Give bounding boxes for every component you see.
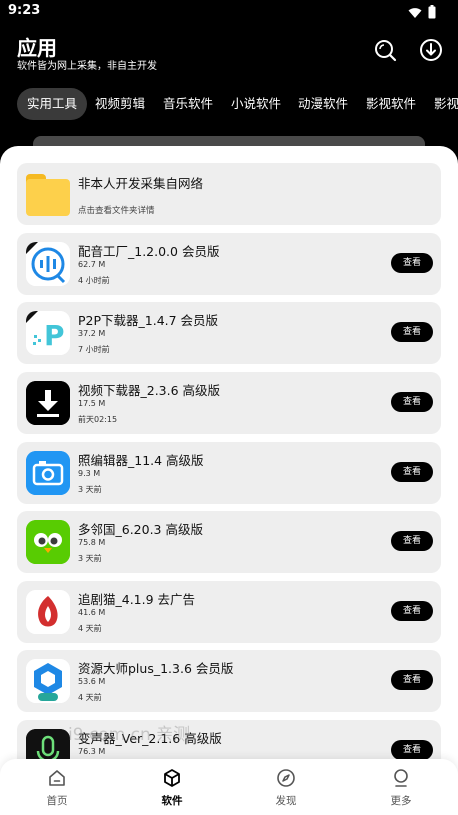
nav-label: 软件	[161, 795, 183, 807]
app-size: 41.6 M	[78, 608, 106, 617]
tab-film-apps[interactable]: 影视软件	[366, 88, 416, 120]
view-button[interactable]: 查看	[391, 670, 433, 690]
app-time: 前天02:15	[78, 415, 118, 424]
status-bar: 9:23	[0, 0, 458, 22]
view-button[interactable]: 查看	[391, 531, 433, 551]
wifi-icon	[408, 4, 422, 23]
app-name: P2P下载器_1.4.7 会员版	[78, 313, 219, 328]
view-button[interactable]: 查看	[391, 601, 433, 621]
duolingo-icon	[26, 520, 70, 564]
app-card[interactable]: 配音工厂_1.2.0.0 会员版 62.7 M 4 小时前 查看	[17, 233, 441, 295]
tab-anime-apps[interactable]: 动漫软件	[298, 88, 348, 120]
nav-label: 首页	[46, 795, 68, 807]
view-button[interactable]: 查看	[391, 462, 433, 482]
folder-icon	[26, 174, 70, 216]
view-button[interactable]: 查看	[391, 253, 433, 273]
battery-icon	[428, 4, 436, 23]
download-button[interactable]	[419, 38, 443, 62]
app-card[interactable]: 视频下载器_2.3.6 高级版 17.5 M 前天02:15 查看	[17, 372, 441, 434]
status-time: 9:23	[8, 3, 41, 18]
app-size: 76.3 M	[78, 747, 106, 756]
folder-title: 非本人开发采集自网络	[78, 176, 204, 191]
app-name: 多邻国_6.20.3 高级版	[78, 522, 203, 537]
view-button[interactable]: 查看	[391, 322, 433, 342]
app-size: 53.6 M	[78, 677, 106, 686]
folder-hint: 点击查看文件夹详情	[78, 206, 155, 216]
watermark: i9 com.cn 亲测	[68, 725, 191, 745]
app-size: 62.7 M	[78, 260, 106, 269]
resource-master-icon	[26, 659, 70, 703]
status-icons	[408, 4, 436, 23]
app-time: 4 天前	[78, 693, 102, 702]
photo-editor-icon	[26, 451, 70, 495]
folder-card[interactable]: 非本人开发采集自网络 点击查看文件夹详情	[17, 163, 441, 225]
view-button[interactable]: 查看	[391, 740, 433, 760]
tab-utility-tools[interactable]: 实用工具	[17, 88, 88, 120]
nav-more[interactable]: 更多	[361, 759, 441, 815]
p2p-downloader-icon: P	[26, 311, 70, 355]
app-name: 照编辑器_11.4 高级版	[78, 453, 204, 468]
dubbing-factory-icon	[26, 242, 70, 286]
app-size: 75.8 M	[78, 538, 106, 547]
drama-cat-icon	[26, 590, 70, 634]
app-card[interactable]: 照编辑器_11.4 高级版 9.3 M 3 天前 查看	[17, 442, 441, 504]
nav-discover[interactable]: 发现	[246, 759, 326, 815]
app-name: 视频下载器_2.3.6 高级版	[78, 383, 221, 398]
compass-icon	[277, 769, 295, 787]
category-tabs: 实用工具 视频剪辑 音乐软件 小说软件 动漫软件 影视软件 影视	[0, 88, 458, 120]
package-icon	[164, 769, 180, 787]
page-subtitle: 软件皆为网上采集，非自主开发	[17, 61, 157, 72]
app-size: 17.5 M	[78, 399, 106, 408]
nav-label: 更多	[390, 795, 412, 807]
tab-video-editing[interactable]: 视频剪辑	[95, 88, 145, 120]
view-button[interactable]: 查看	[391, 392, 433, 412]
header: 应用 软件皆为网上采集，非自主开发	[0, 22, 458, 82]
home-icon	[49, 770, 65, 786]
app-card[interactable]: 多邻国_6.20.3 高级版 75.8 M 3 天前 查看	[17, 511, 441, 573]
download-icon	[420, 39, 442, 61]
app-time: 4 天前	[78, 624, 102, 633]
tab-music-apps[interactable]: 音乐软件	[163, 88, 213, 120]
app-name: 追剧猫_4.1.9 去广告	[78, 592, 196, 607]
svg-text:P: P	[44, 319, 65, 352]
app-name: 配音工厂_1.2.0.0 会员版	[78, 244, 220, 259]
app-card[interactable]: 资源大师plus_1.3.6 会员版 53.6 M 4 天前 查看	[17, 650, 441, 712]
app-time: 3 天前	[78, 554, 102, 563]
content-sheet: 非本人开发采集自网络 点击查看文件夹详情 配音工厂_1.2.0.0 会员版 62…	[0, 146, 458, 815]
tab-film-more[interactable]: 影视	[434, 88, 458, 120]
nav-home[interactable]: 首页	[17, 759, 97, 815]
app-time: 3 天前	[78, 485, 102, 494]
app-time: 4 小时前	[78, 276, 110, 285]
app-name: 资源大师plus_1.3.6 会员版	[78, 661, 234, 676]
app-time: 7 小时前	[78, 345, 110, 354]
app-card[interactable]: 追剧猫_4.1.9 去广告 41.6 M 4 天前 查看	[17, 581, 441, 643]
app-size: 9.3 M	[78, 469, 101, 478]
search-icon	[375, 40, 397, 62]
nav-label: 发现	[275, 795, 297, 807]
search-button[interactable]	[373, 38, 397, 62]
bottom-nav: 首页 软件 发现 更多	[0, 759, 458, 815]
nav-software[interactable]: 软件	[132, 759, 212, 815]
app-card[interactable]: P P2P下载器_1.4.7 会员版 37.2 M 7 小时前 查看	[17, 302, 441, 364]
app-size: 37.2 M	[78, 329, 106, 338]
user-icon	[394, 769, 408, 787]
tab-novel-apps[interactable]: 小说软件	[231, 88, 281, 120]
video-downloader-icon	[26, 381, 70, 425]
